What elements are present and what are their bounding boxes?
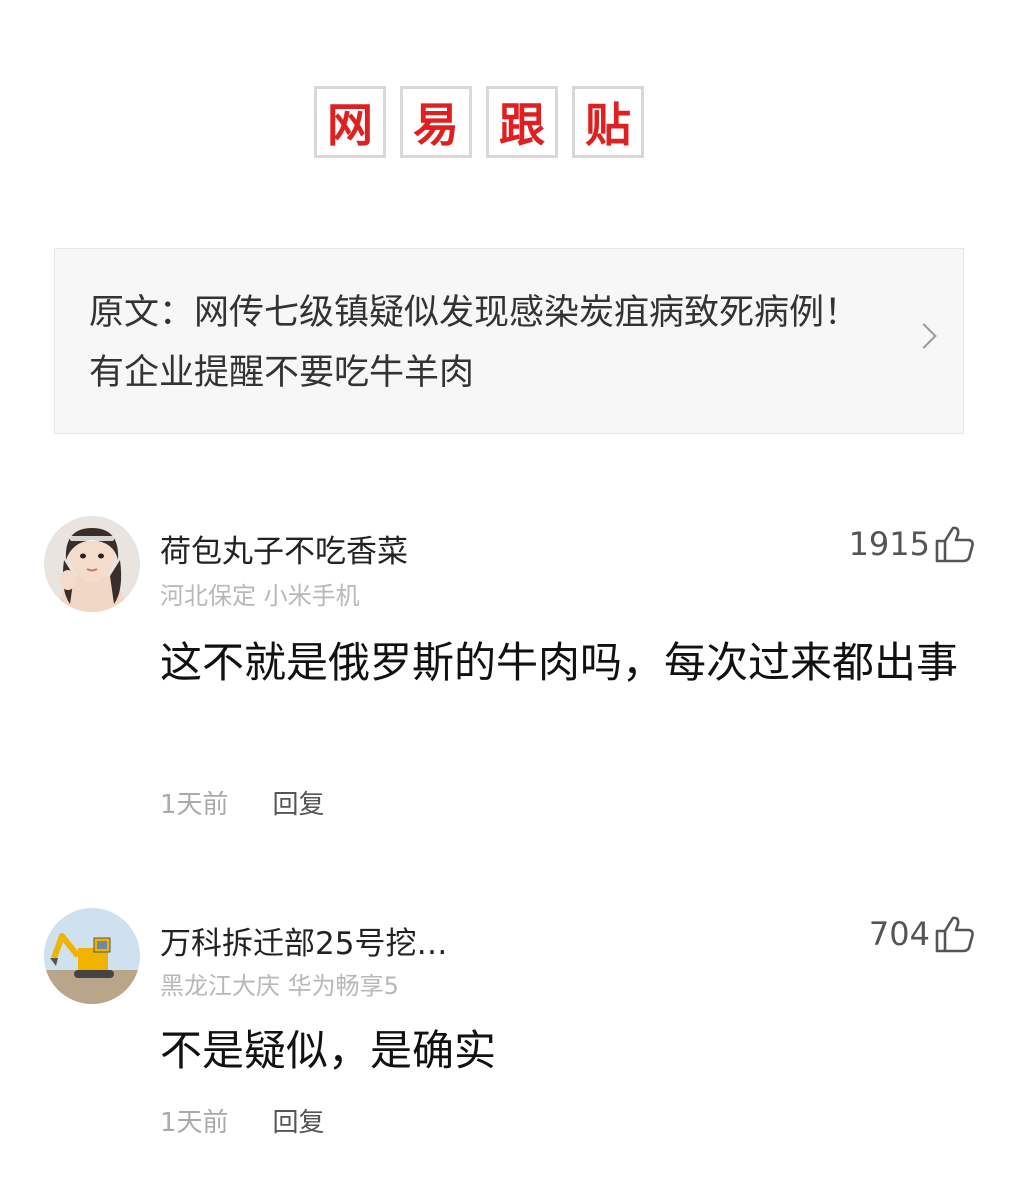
comment-location: 黑龙江大庆 [160,972,280,1000]
like-count: 1915 [848,525,930,563]
logo-char-4: 贴 [572,86,644,158]
logo-char-2: 易 [400,86,472,158]
thumbs-up-icon [935,916,974,953]
reply-button[interactable]: 回复 [273,784,325,821]
logo-char-3: 跟 [486,86,558,158]
like-count: 704 [868,915,930,953]
article-prefix: 原文： [89,293,195,333]
comment-username[interactable]: 万科拆迁部25号挖… [160,918,447,963]
comment-footer: 1天前 回复 [160,1102,325,1139]
like-button[interactable]: 1915 [849,524,976,564]
article-link-text: 原文：网传七级镇疑似发现感染炭疽病致死病例！有企业提醒不要吃牛羊肉 [89,283,873,403]
comment-location: 河北保定 [160,582,256,610]
comment-device: 华为畅享5 [287,972,399,1000]
comment-text: 不是疑似，是确实 [160,1026,497,1075]
netease-comments-logo: 网 易 跟 贴 [314,86,644,158]
logo-char-1: 网 [314,86,386,158]
comment-time: 1天前 [160,790,229,820]
comment-username[interactable]: 荷包丸子不吃香菜 [160,526,408,571]
comment-text: 这不就是俄罗斯的牛肉吗，每次过来都出事 [160,638,959,687]
article-title: 网传七级镇疑似发现感染炭疽病致死病例！有企业提醒不要吃牛羊肉 [89,293,860,393]
comment-meta: 河北保定 小米手机 [160,576,360,611]
chevron-right-icon [911,323,937,349]
original-article-card[interactable]: 原文：网传七级镇疑似发现感染炭疽病致死病例！有企业提醒不要吃牛羊肉 [54,248,964,434]
girl-portrait-avatar[interactable] [44,516,140,612]
like-button[interactable]: 704 [869,914,976,954]
reply-button[interactable]: 回复 [273,1102,325,1139]
comment-time: 1天前 [160,1108,229,1138]
excavator-avatar[interactable] [44,908,140,1004]
comment-meta: 黑龙江大庆 华为畅享5 [160,966,399,1001]
comment-footer: 1天前 回复 [160,784,325,821]
comment-device: 小米手机 [263,582,360,610]
thumbs-up-icon [935,526,974,563]
